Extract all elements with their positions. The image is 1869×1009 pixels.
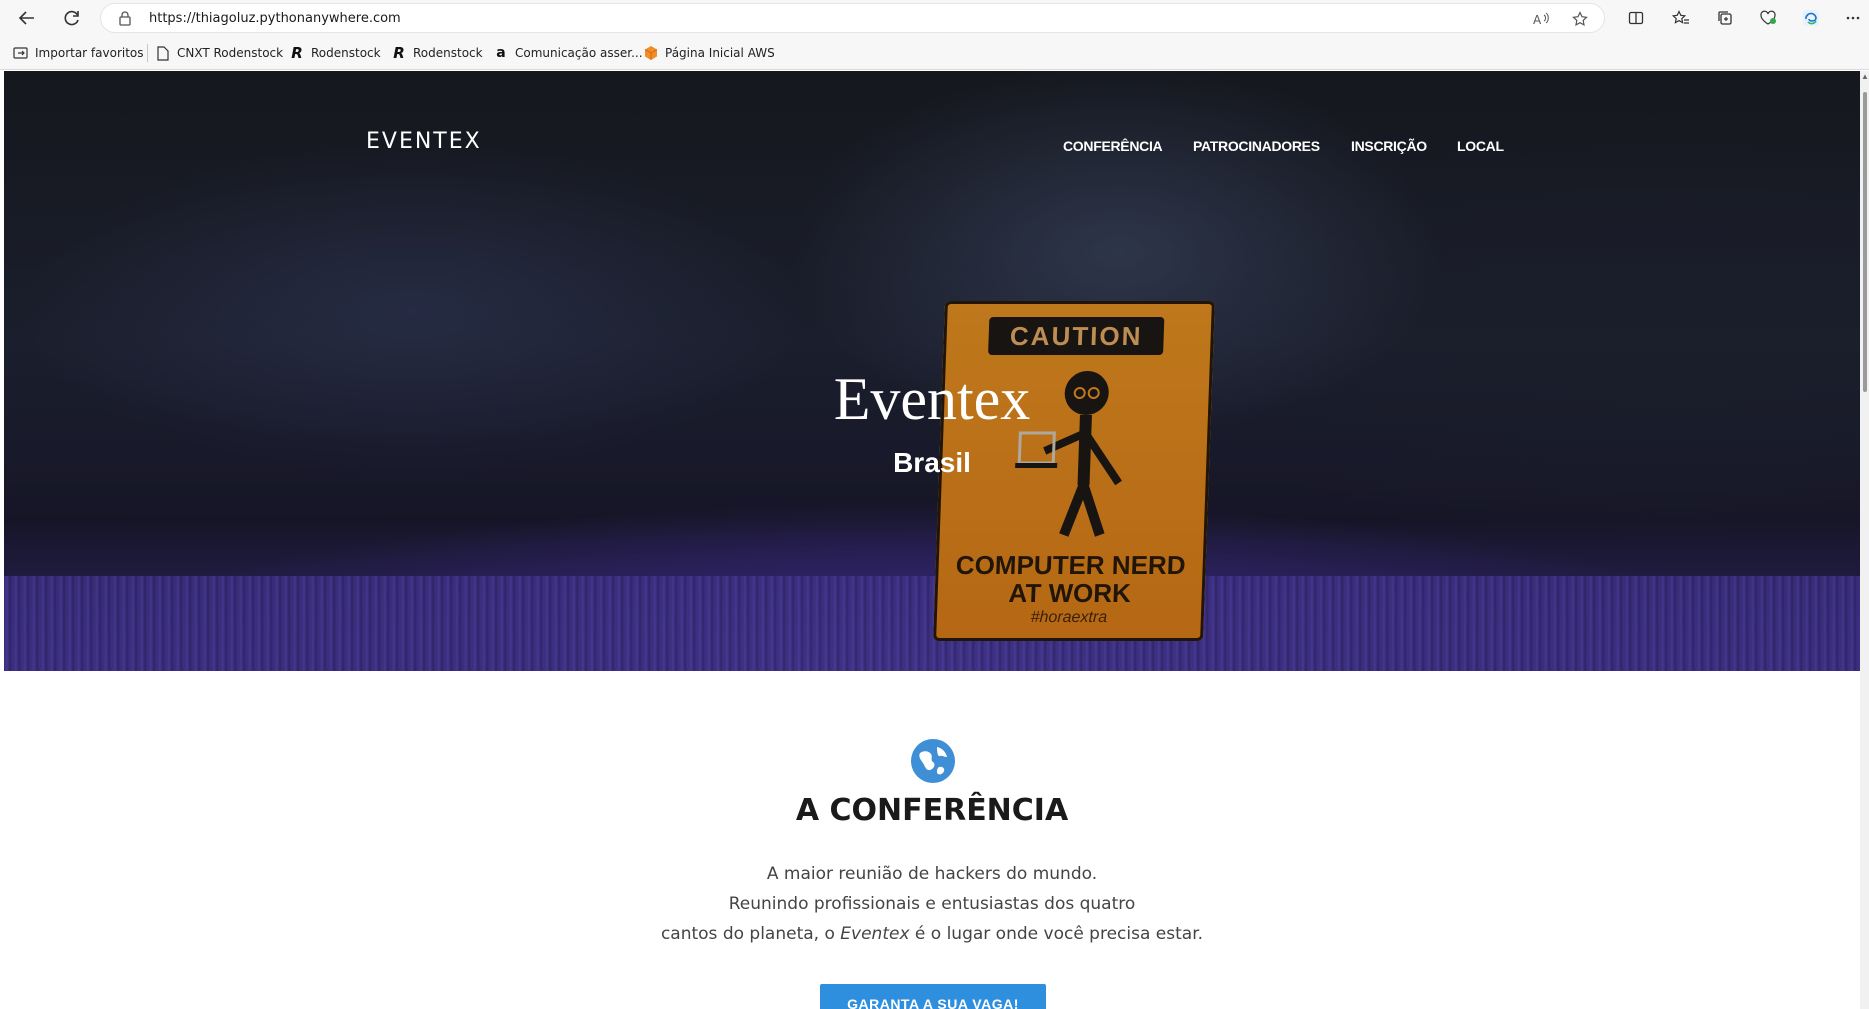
- bookmark-rodenstock-1[interactable]: R Rodenstock: [289, 44, 381, 62]
- address-bar[interactable]: https://thiagoluz.pythonanywhere.com A: [100, 3, 1605, 33]
- rodenstock-logo-icon: R: [393, 44, 405, 62]
- rodenstock-logo-icon: R: [291, 44, 303, 62]
- bookmark-import-favorites[interactable]: Importar favoritos: [13, 44, 144, 62]
- hero-banner: CAUTION COMPUTER NERD AT WORK #horaextra…: [4, 71, 1860, 671]
- hero-title: Eventex: [833, 366, 1031, 432]
- conference-text-a: cantos do planeta, o: [660, 924, 841, 944]
- scroll-up-icon[interactable]: ▲: [1861, 72, 1869, 82]
- globe-icon: [911, 739, 955, 783]
- eventex-emphasis: Eventex: [840, 924, 910, 944]
- collections-icon[interactable]: [1714, 7, 1736, 29]
- page-icon: [155, 45, 171, 61]
- bookmark-label: Rodenstock: [413, 46, 483, 60]
- scrollbar-thumb[interactable]: [1863, 92, 1867, 392]
- conference-line-2: Reunindo profissionais e entusiastas dos…: [728, 894, 1136, 914]
- browser-essentials-icon[interactable]: [1757, 7, 1779, 29]
- nav-patrocinadores[interactable]: PATROCINADORES: [1193, 138, 1320, 154]
- conference-line-3: cantos do planeta, o Eventex é o lugar o…: [4, 924, 1860, 944]
- lock-icon[interactable]: [117, 10, 133, 26]
- more-options-icon[interactable]: [1842, 7, 1864, 29]
- back-arrow-icon[interactable]: [15, 6, 39, 30]
- bookmark-separator: [147, 44, 148, 62]
- site-logo[interactable]: EVENTEX: [366, 129, 482, 154]
- bookmark-cnxt-rodenstock[interactable]: CNXT Rodenstock: [155, 44, 283, 62]
- register-button[interactable]: GARANTA A SUA VAGA!: [820, 984, 1046, 1009]
- hero-subtitle: Brasil: [893, 447, 971, 478]
- bookmark-comunicacao[interactable]: a Comunicação asser...: [493, 44, 643, 62]
- import-icon: [13, 45, 29, 61]
- bookmark-label: Importar favoritos: [35, 46, 144, 60]
- bookmarks-bar: Importar favoritos CNXT Rodenstock R Rod…: [0, 36, 1869, 70]
- bookmark-label: Página Inicial AWS: [665, 46, 775, 60]
- bookmark-rodenstock-2[interactable]: R Rodenstock: [391, 44, 483, 62]
- split-screen-icon[interactable]: [1625, 7, 1647, 29]
- url-text[interactable]: https://thiagoluz.pythonanywhere.com: [149, 11, 401, 26]
- browser-toolbar: https://thiagoluz.pythonanywhere.com A: [0, 0, 1869, 36]
- nav-conferencia[interactable]: CONFERÊNCIA: [1063, 138, 1163, 154]
- bookmark-aws-home[interactable]: Página Inicial AWS: [643, 44, 775, 62]
- bookmark-label: CNXT Rodenstock: [177, 46, 284, 60]
- favorites-icon[interactable]: [1670, 7, 1692, 29]
- bookmark-label: Comunicação asser...: [515, 46, 643, 60]
- star-icon[interactable]: [1571, 10, 1589, 28]
- bookmark-label: Rodenstock: [311, 46, 381, 60]
- amazon-icon: a: [496, 45, 506, 61]
- nav-local[interactable]: LOCAL: [1457, 138, 1504, 154]
- conference-line-1: A maior reunião de hackers do mundo.: [766, 864, 1098, 884]
- aws-cube-icon: [643, 45, 659, 61]
- nav-inscricao[interactable]: INSCRIÇÃO: [1351, 138, 1427, 154]
- reload-icon[interactable]: [60, 6, 84, 30]
- section-title: A CONFERÊNCIA: [795, 793, 1069, 828]
- edge-copilot-icon[interactable]: [1800, 7, 1822, 29]
- web-page: CAUTION COMPUTER NERD AT WORK #horaextra…: [4, 71, 1860, 1009]
- svg-text:A: A: [1533, 13, 1542, 26]
- read-aloud-icon[interactable]: A: [1533, 10, 1551, 28]
- conference-text-b: é o lugar onde você precisa estar.: [909, 924, 1204, 944]
